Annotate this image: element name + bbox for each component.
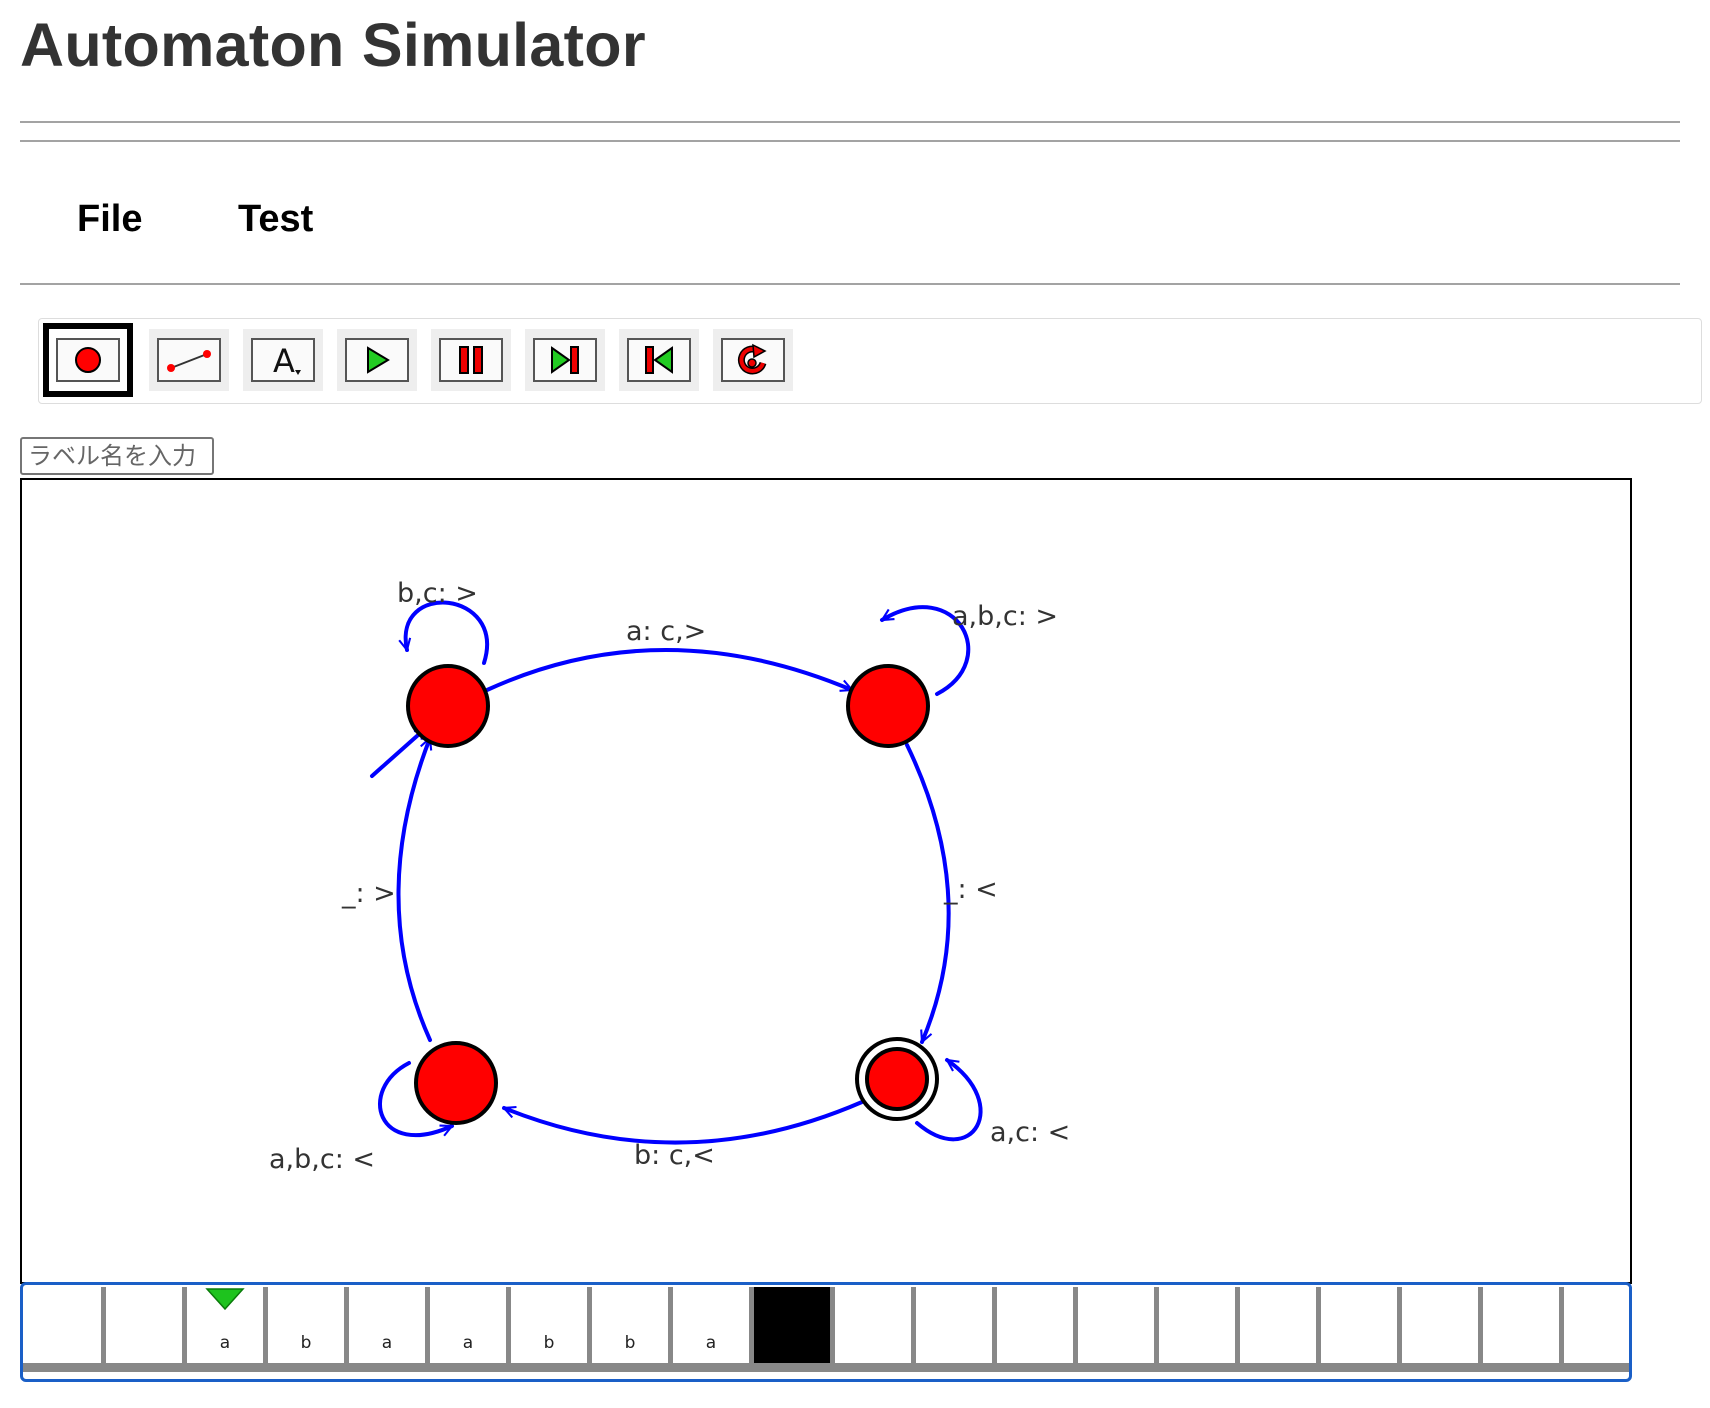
step-back-button[interactable] <box>619 329 699 391</box>
play-button[interactable] <box>337 329 417 391</box>
tape-symbol: a <box>705 1333 717 1353</box>
label-q3-q0: _: > <box>341 878 396 909</box>
pause-icon <box>439 338 503 382</box>
tape-cell[interactable] <box>1564 1287 1629 1363</box>
tape-cell[interactable]: b <box>268 1287 349 1363</box>
label-q1-self: a,b,c: > <box>952 601 1058 632</box>
label-q3-self: a,b,c: < <box>269 1144 375 1175</box>
tape: abaabba <box>20 1282 1632 1382</box>
tape-cell[interactable]: a <box>349 1287 430 1363</box>
loop-q0[interactable] <box>406 600 489 665</box>
label-name-input[interactable] <box>20 437 214 475</box>
edge-q2-q3[interactable] <box>504 1100 864 1145</box>
play-icon <box>345 338 409 382</box>
tape-cell[interactable] <box>1321 1287 1402 1363</box>
tape-cell[interactable] <box>106 1287 187 1363</box>
label-q2-q3: b: c,< <box>634 1140 715 1171</box>
divider-top-2 <box>20 140 1680 142</box>
divider-top <box>20 121 1680 123</box>
toolbar: A <box>38 318 1702 404</box>
tape-symbol: a <box>219 1333 231 1353</box>
tape-cell[interactable]: a <box>430 1287 511 1363</box>
step-forward-button[interactable] <box>525 329 605 391</box>
tape-cell[interactable] <box>1483 1287 1564 1363</box>
tape-cell[interactable]: b <box>592 1287 673 1363</box>
text-a-icon: A <box>251 338 315 382</box>
pause-button[interactable] <box>431 329 511 391</box>
tape-cell[interactable] <box>997 1287 1078 1363</box>
reset-icon <box>721 338 785 382</box>
tape-cell[interactable] <box>835 1287 916 1363</box>
tape-head-icon <box>205 1288 245 1311</box>
tape-cell[interactable] <box>25 1287 106 1363</box>
state-diagram: b,c: > a,b,c: > a: c,> _: < _: > b: c,< … <box>269 578 1070 1175</box>
tape-cells: abaabba <box>25 1287 1629 1363</box>
svg-text:A: A <box>273 342 295 380</box>
add-transition-button[interactable] <box>149 329 229 391</box>
state-q2[interactable] <box>865 1047 929 1111</box>
tape-cell[interactable] <box>1078 1287 1159 1363</box>
tape-cell[interactable] <box>754 1287 835 1363</box>
step-back-icon <box>627 338 691 382</box>
add-label-button[interactable]: A <box>243 329 323 391</box>
step-forward-icon <box>533 338 597 382</box>
state-q3[interactable] <box>414 1041 498 1125</box>
edge-q0-q1[interactable] <box>485 648 852 692</box>
line-icon <box>157 338 221 382</box>
add-state-button[interactable] <box>43 323 133 397</box>
page-title: Automaton Simulator <box>20 11 646 79</box>
menu-file[interactable]: File <box>77 198 142 241</box>
tape-cell[interactable]: a <box>187 1287 268 1363</box>
divider-menu <box>20 283 1680 285</box>
red-dot-icon <box>56 338 120 382</box>
tape-cell[interactable] <box>1240 1287 1321 1363</box>
label-q2-self: a,c: < <box>990 1117 1070 1148</box>
tape-cell[interactable] <box>1402 1287 1483 1363</box>
menu-test[interactable]: Test <box>238 198 313 241</box>
tape-symbol: a <box>462 1333 474 1353</box>
tape-cell[interactable]: b <box>511 1287 592 1363</box>
edge-q3-q0[interactable] <box>396 738 431 1042</box>
tape-bottom-rail <box>23 1363 1629 1372</box>
label-q1-q2: _: < <box>943 874 998 905</box>
diagram-canvas[interactable]: b,c: > a,b,c: > a: c,> _: < _: > b: c,< … <box>20 478 1632 1284</box>
tape-symbol: b <box>543 1333 555 1353</box>
reset-button[interactable] <box>713 329 793 391</box>
label-q0-self: b,c: > <box>397 578 478 609</box>
tape-cell[interactable] <box>916 1287 997 1363</box>
state-q1[interactable] <box>846 664 930 748</box>
tape-cell[interactable] <box>1159 1287 1240 1363</box>
tape-symbol: a <box>381 1333 393 1353</box>
tape-cell[interactable]: a <box>673 1287 754 1363</box>
tape-symbol: b <box>300 1333 312 1353</box>
label-q0-q1: a: c,> <box>626 616 706 647</box>
edge-q1-q2[interactable] <box>905 743 951 1042</box>
tape-symbol: b <box>624 1333 636 1353</box>
state-q0[interactable] <box>406 664 490 748</box>
